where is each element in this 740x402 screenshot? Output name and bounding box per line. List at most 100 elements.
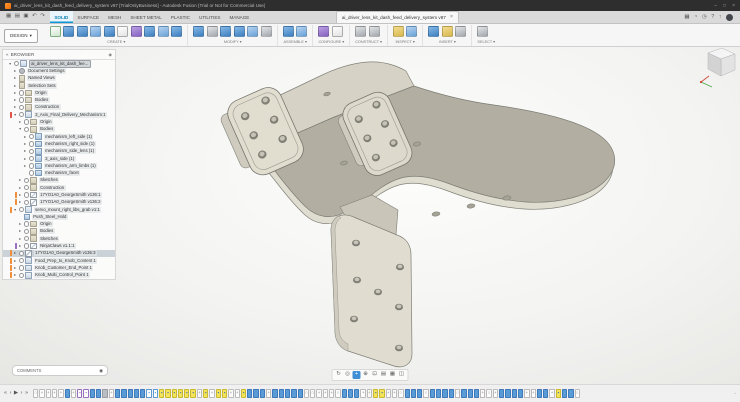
construct-plane-icon[interactable] (355, 26, 366, 37)
browser-row[interactable]: ▾servo_mount_right_libs_grab v1:1 (3, 206, 115, 213)
browser-row[interactable]: ▸mechanism_left_side (1) (3, 133, 115, 140)
redo-icon[interactable]: ↷ (40, 14, 45, 20)
timeline-feature[interactable] (348, 389, 353, 398)
visibility-eye-icon[interactable] (19, 273, 24, 278)
tree-arrow-icon[interactable]: ▸ (18, 244, 22, 248)
visibility-eye-icon[interactable] (29, 170, 34, 175)
timeline-feature[interactable]: ▪ (146, 389, 151, 398)
visibility-eye-icon[interactable] (24, 229, 29, 234)
visibility-eye-icon[interactable] (24, 221, 29, 226)
toolbar-group-label[interactable]: CONSTRUCT ▾ (355, 38, 382, 44)
step-forward-button[interactable]: › (21, 391, 23, 397)
workspace-tab-sheet-metal[interactable]: SHEET METAL (126, 11, 166, 23)
visibility-eye-icon[interactable] (19, 90, 24, 95)
browser-row[interactable]: ▸Document Settings (3, 67, 115, 74)
visibility-eye-icon[interactable] (24, 236, 29, 241)
updates-icon[interactable]: ↑ (719, 14, 722, 20)
tree-arrow-icon[interactable]: ▸ (23, 142, 27, 146)
go-to-start-button[interactable]: « (4, 391, 7, 397)
browser-row[interactable]: ▸mechanism_side_lens (1) (3, 148, 115, 155)
tree-arrow-icon[interactable]: ▸ (13, 273, 17, 277)
tree-arrow-icon[interactable]: ▸ (13, 251, 17, 255)
browser-row[interactable]: ▸Origin (3, 89, 115, 96)
timeline-feature[interactable] (411, 389, 416, 398)
minimize-button[interactable]: – (714, 3, 717, 9)
timeline-feature[interactable] (505, 389, 510, 398)
timeline-feature[interactable] (537, 389, 542, 398)
timeline-feature[interactable]: ▪ (556, 389, 561, 398)
timeline-feature[interactable] (474, 389, 479, 398)
timeline-feature[interactable]: + (329, 389, 334, 398)
loft-icon[interactable] (104, 26, 115, 37)
look-at-icon[interactable]: ◎ (344, 371, 352, 379)
timeline-feature[interactable] (90, 389, 95, 398)
timeline-feature[interactable]: ▪ (165, 389, 170, 398)
tree-arrow-icon[interactable]: ▸ (18, 200, 22, 204)
browser-row[interactable]: ▸17YO1A0_GeorgeSmith v136:1 (3, 191, 115, 198)
timeline-feature[interactable]: ▪ (83, 389, 88, 398)
timeline-feature[interactable]: ▪ (216, 389, 221, 398)
tree-arrow-icon[interactable]: ▸ (18, 237, 22, 241)
press-pull-icon[interactable] (193, 26, 204, 37)
browser-row[interactable]: ▸Food_Prep_to_Knob_Content 1 (3, 257, 115, 264)
sweep-icon[interactable] (90, 26, 101, 37)
timeline-feature[interactable]: + (52, 389, 57, 398)
timeline-feature[interactable] (65, 389, 70, 398)
visibility-eye-icon[interactable] (29, 163, 34, 168)
visibility-eye-icon[interactable] (24, 243, 29, 248)
timeline-feature[interactable] (291, 389, 296, 398)
timeline-feature[interactable] (442, 389, 447, 398)
browser-row[interactable]: ▸Knob_Multi_Control_Point 1 (3, 272, 115, 279)
timeline-feature[interactable]: ▪ (203, 389, 208, 398)
viewports-icon[interactable]: ◫ (398, 371, 406, 379)
browser-row[interactable]: ▸mechanism_right_side (1) (3, 140, 115, 147)
tree-arrow-icon[interactable]: ▸ (13, 259, 17, 263)
workspace-tab-mesh[interactable]: MESH (104, 11, 126, 23)
file-new-icon[interactable]: ▤ (15, 14, 20, 20)
timeline-feature[interactable]: + (480, 389, 485, 398)
timeline-feature[interactable]: ○ (575, 389, 580, 398)
timeline-feature[interactable] (430, 389, 435, 398)
tree-arrow-icon[interactable]: ▾ (13, 113, 17, 117)
timeline-feature[interactable] (121, 389, 126, 398)
grid-icon[interactable]: ▦ (389, 371, 397, 379)
tree-arrow-icon[interactable]: ▸ (23, 135, 27, 139)
maximize-button[interactable]: □ (723, 3, 726, 9)
visibility-eye-icon[interactable] (19, 112, 24, 117)
visibility-eye-icon[interactable] (29, 149, 34, 154)
browser-row[interactable]: ▸Origin (3, 221, 115, 228)
close-tab-icon[interactable]: × (450, 15, 453, 21)
visibility-eye-icon[interactable] (19, 105, 24, 110)
document-tab[interactable]: ai_driver_lens_kit_dash_feed_delivery_sy… (336, 11, 459, 23)
browser-row[interactable]: ▸Construction (3, 184, 115, 191)
toolbar-group-label[interactable]: SELECT ▾ (477, 38, 495, 44)
collapse-panel-icon[interactable]: « (6, 52, 9, 57)
insert-derive-icon[interactable] (428, 26, 439, 37)
visibility-eye-icon[interactable] (24, 178, 29, 183)
measure-icon[interactable] (393, 26, 404, 37)
timeline-feature[interactable]: + (360, 389, 365, 398)
help-icon[interactable]: ? (711, 14, 714, 20)
browser-row[interactable]: ▸17YO1A0_GeorgeSmith v136:3 (3, 250, 115, 257)
timeline-feature[interactable]: ▪ (190, 389, 195, 398)
timeline-feature[interactable] (461, 389, 466, 398)
timeline-feature[interactable] (562, 389, 567, 398)
zoom-icon[interactable]: ⊕ (362, 371, 370, 379)
timeline-feature[interactable]: + (209, 389, 214, 398)
view-cube[interactable] (700, 48, 735, 87)
browser-row[interactable]: Push_Steel_Hold (3, 213, 115, 220)
extrude-icon[interactable] (63, 26, 74, 37)
visibility-eye-icon[interactable] (19, 97, 24, 102)
timeline-feature[interactable] (449, 389, 454, 398)
timeline-feature[interactable]: + (39, 389, 44, 398)
browser-row[interactable]: mechanism_facet (3, 169, 115, 176)
orbit-icon[interactable]: ↻ (335, 371, 343, 379)
timeline-feature[interactable] (568, 389, 573, 398)
combine-icon[interactable] (234, 26, 245, 37)
timeline-feature[interactable]: + (392, 389, 397, 398)
timeline-feature[interactable] (140, 389, 145, 398)
timeline-feature[interactable]: ○ (455, 389, 460, 398)
browser-row[interactable]: ▾ai_driver_lens_kit_dash_fee... (3, 60, 115, 67)
timeline-feature[interactable]: ○ (335, 389, 340, 398)
timeline-feature[interactable] (134, 389, 139, 398)
